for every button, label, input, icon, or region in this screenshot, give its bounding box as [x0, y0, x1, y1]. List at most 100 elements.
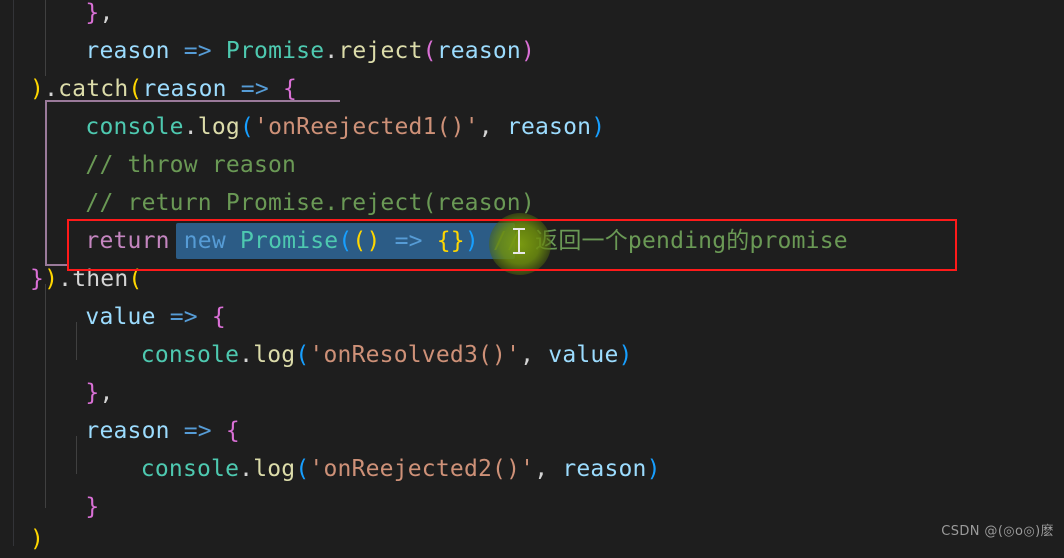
token: reason [436, 38, 521, 64]
token: reject [338, 38, 423, 64]
token: ) [591, 114, 606, 140]
code-editor[interactable]: }, reason => Promise.reject(reason) ).ca… [0, 0, 1064, 552]
token: => [394, 228, 423, 254]
token: log [253, 342, 296, 368]
token: reason [85, 418, 170, 444]
code-line-line-12[interactable]: reason => { [0, 412, 1064, 450]
token: return [85, 228, 170, 254]
token: log [253, 456, 296, 482]
token: ) [366, 228, 381, 254]
token: console [140, 342, 240, 368]
token: } [30, 266, 45, 292]
token: catch [58, 76, 129, 102]
token: , [99, 380, 114, 406]
token: ( [352, 228, 367, 254]
token: => [183, 418, 212, 444]
token: Promise [239, 228, 339, 254]
token: => [183, 38, 212, 64]
token: Promise [225, 38, 325, 64]
code-line-line-4[interactable]: console.log('onReejected1()', reason) [0, 108, 1064, 146]
token: . [44, 76, 59, 102]
token: ( [128, 266, 143, 292]
token: ) [520, 38, 536, 64]
token: value [548, 342, 619, 368]
code-line-line-1[interactable]: }, [0, 0, 1064, 32]
token: // throw reason [85, 152, 297, 178]
code-line-line-15[interactable]: ) [0, 520, 1064, 558]
code-line-line-3[interactable]: ).catch(reason => { [0, 70, 1064, 108]
code-line-line-5[interactable]: // throw reason [0, 146, 1064, 184]
token: ) [30, 76, 45, 102]
code-line-line-2[interactable]: reason => Promise.reject(reason) [0, 32, 1064, 70]
token: ) [646, 456, 661, 482]
code-line-line-8[interactable]: }).then( [0, 260, 1064, 298]
token: } [85, 494, 100, 520]
token: . [58, 266, 73, 292]
token: ( [239, 114, 255, 140]
token: } [450, 228, 465, 254]
token: { [436, 228, 451, 254]
token: console [140, 456, 240, 482]
token: ( [422, 38, 437, 64]
token: // return Promise.reject(reason) [85, 190, 535, 216]
token: ) [44, 266, 59, 292]
code-line-line-6[interactable]: // return Promise.reject(reason) [0, 184, 1064, 222]
token: . [239, 342, 254, 368]
token: ( [338, 228, 353, 254]
token: 'onReejected1()' [254, 114, 479, 140]
token: then [72, 266, 129, 292]
token: , [520, 342, 535, 368]
token: => [240, 76, 269, 102]
token: { [225, 418, 240, 444]
token: } [85, 0, 100, 26]
token: // 返回一个pending的promise [492, 228, 848, 254]
token: value [85, 304, 156, 330]
token: reason [562, 456, 647, 482]
token: reason [142, 76, 227, 102]
token: } [85, 380, 100, 406]
token: ( [295, 342, 310, 368]
token: { [211, 304, 226, 330]
token: reason [506, 114, 592, 140]
token: , [478, 114, 493, 140]
token: console [85, 114, 184, 140]
token: . [324, 38, 339, 64]
token: reason [85, 38, 170, 64]
token: ) [30, 526, 45, 552]
token: , [99, 0, 114, 26]
code-lines: }, reason => Promise.reject(reason) ).ca… [0, 0, 1064, 552]
code-line-line-11[interactable]: }, [0, 374, 1064, 412]
token: 'onResolved3()' [309, 342, 521, 368]
watermark: CSDN @(◎o◎)麽 [941, 524, 1054, 539]
token: . [183, 114, 198, 140]
code-line-line-9[interactable]: value => { [0, 298, 1064, 336]
token: ) [464, 228, 479, 254]
code-line-line-10[interactable]: console.log('onResolved3()', value) [0, 336, 1064, 374]
token: log [197, 114, 240, 140]
code-line-line-7[interactable]: return new Promise(() => {}) // 返回一个pend… [0, 222, 1064, 260]
token: new [183, 228, 226, 254]
code-line-line-13[interactable]: console.log('onReejected2()', reason) [0, 450, 1064, 488]
token: ) [618, 342, 633, 368]
token: . [239, 456, 254, 482]
token: ( [295, 456, 310, 482]
token: 'onReejected2()' [309, 456, 535, 482]
token: , [534, 456, 549, 482]
token: ( [128, 76, 143, 102]
token: => [169, 304, 198, 330]
token: { [282, 76, 298, 102]
